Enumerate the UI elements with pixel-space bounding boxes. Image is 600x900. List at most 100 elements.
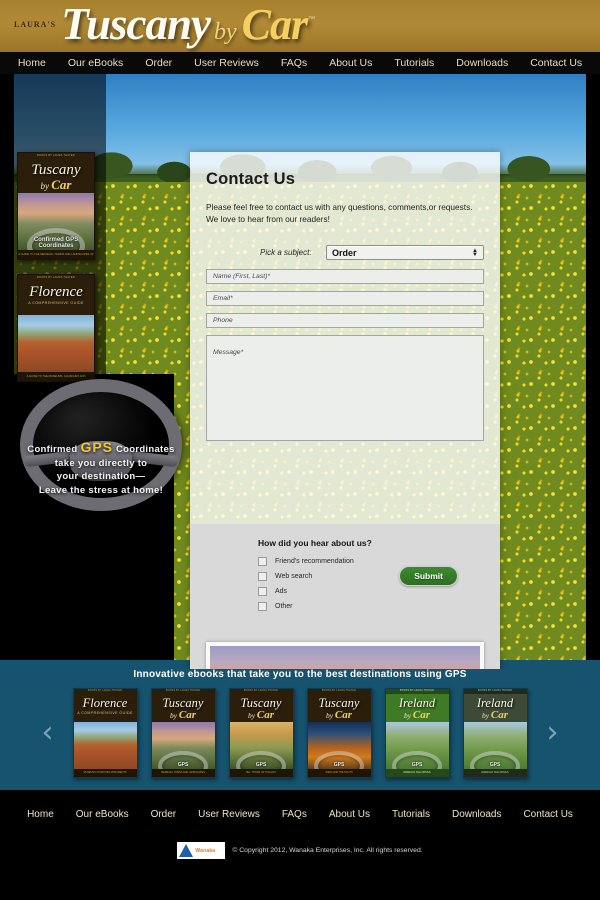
footer-item-downloads[interactable]: Downloads [441,809,512,820]
footer-item-home[interactable]: Home [16,809,65,820]
book-gps-caption: GPS [177,762,189,768]
book-byline: by Car [230,709,293,721]
carousel-book-tuscany-3[interactable]: BOOKS BY LAURA THAYER Tuscany by Car GPS… [306,688,372,778]
chevron-left-icon[interactable]: ‹ [36,718,60,748]
carousel-book-tuscany-1[interactable]: BOOKS BY LAURA THAYER Tuscany by Car GPS… [150,688,216,778]
checkbox-icon[interactable] [258,602,267,611]
checkbox-row-friends-recommendation[interactable]: Friend's recommendation [258,557,484,566]
subject-label: Pick a subject: [260,248,312,257]
book-by-word: by [169,710,178,720]
chevron-updown-icon: ▲ ▼ [472,247,478,258]
checkbox-label: Friend's recommendation [275,558,354,565]
nav-item-about-us[interactable]: About Us [318,57,383,69]
book-title: Florence [82,696,128,710]
nav-item-contact-us[interactable]: Contact Us [519,57,593,69]
nav-item-home[interactable]: Home [7,57,57,69]
book-car-word: Car [178,708,197,721]
footer-item-tutorials[interactable]: Tutorials [381,809,441,820]
book-subtitle: A COMPREHENSIVE GUIDE [77,710,133,715]
gps-line1-pre: Confirmed [27,444,78,455]
book-byline: by Car [386,709,449,721]
main-navigation: Home Our eBooks Order User Reviews FAQs … [0,52,600,74]
carousel-book-ireland-2[interactable]: BOOKS BY LAURA THAYER Ireland by Car GPS… [462,688,528,778]
logo-word-car: Car [241,0,308,49]
site-header: LAURA'S Tuscany by Car ™ [0,0,600,52]
checkbox-row-other[interactable]: Other [258,602,484,611]
gps-line1-post: Coordinates [115,444,175,455]
nav-item-our-ebooks[interactable]: Our eBooks [57,57,134,69]
site-logo[interactable]: LAURA'S Tuscany by Car ™ [14,2,315,47]
footer-item-contact-us[interactable]: Contact Us [512,809,583,820]
book-gps-caption: Confirmed GPS Coordinates [33,237,79,249]
checkbox-row-ads[interactable]: Ads [258,587,484,596]
sidebar-book-florence[interactable]: BOOKS BY LAURA THAYER Florence A COMPREH… [17,274,95,382]
book-by-word: by [481,710,490,720]
carousel-book-ireland-1[interactable]: BOOKS BY LAURA THAYER Ireland by Car GPS… [384,688,450,778]
sidebar-book-tuscany-by-car[interactable]: BOOKS BY LAURA THAYER Tuscany by Car Con… [17,152,95,260]
checkbox-icon[interactable] [258,557,267,566]
nav-item-tutorials[interactable]: Tutorials [383,57,445,69]
nav-item-user-reviews[interactable]: User Reviews [183,57,270,69]
chevron-right-icon[interactable]: › [541,718,565,748]
book-by-word: by [403,710,412,720]
submit-button[interactable]: Submit [399,566,458,586]
nav-item-faqs[interactable]: FAQs [270,57,318,69]
checkbox-icon[interactable] [258,587,267,596]
gps-promo-line-1: Confirmed GPS Coordinates [8,440,194,457]
footer-item-order[interactable]: Order [140,809,188,820]
phone-field[interactable]: Phone [206,313,484,328]
book-byline: by Car [18,178,94,191]
book-photo [73,722,137,769]
intro-line-1: Please feel free to contact us with any … [206,202,473,212]
logo-word-tuscany: Tuscany [61,0,211,49]
book-carousel: Innovative ebooks that take you to the b… [0,660,600,790]
footer-item-user-reviews[interactable]: User Reviews [187,809,271,820]
book-bottom-bar: SIENA AND THE SOUTH [307,769,371,777]
intro-line-2: We love to hear from our readers! [206,213,330,224]
gps-promo-text: Confirmed GPS Coordinates take you direc… [8,440,194,497]
carousel-track: ‹ BOOKS BY LAURA THAYER Florence A COMPR… [0,688,600,778]
email-field[interactable]: Email* [206,291,484,306]
gps-promo: Confirmed GPS Coordinates take you direc… [8,379,194,511]
gps-promo-line-3: your destination— [56,471,146,482]
name-field[interactable]: Name (First, Last)* [206,269,484,284]
book-bottom-bar: MEDIEVAL TOWNS AND LANDSCAPES [151,769,215,777]
name-field-placeholder: Name (First, Last)* [213,273,271,280]
checkbox-icon[interactable] [258,572,267,581]
book-photo [18,315,94,372]
book-subtitle: A COMPREHENSIVE GUIDE [28,301,84,305]
footer-item-faqs[interactable]: FAQs [271,809,318,820]
book-byline: by Car [464,708,527,721]
book-title: Ireland [476,696,514,710]
phone-field-placeholder: Phone [213,317,233,324]
book-gps-caption: GPS [411,762,423,768]
email-field-placeholder: Email* [213,295,233,302]
carousel-book-tuscany-2[interactable]: BOOKS BY LAURA THAYER Tuscany by Car GPS… [228,688,294,778]
book-title: Florence [29,284,83,300]
book-car-word: Car [490,708,509,721]
gps-promo-line-4: Leave the stress at home! [38,484,164,496]
nav-item-order[interactable]: Order [134,57,183,69]
message-field-placeholder: Message* [213,349,244,356]
book-gps-caption: GPS [255,762,267,768]
page-title: Contact Us [206,170,296,188]
intro-text: Please feel free to contact us with any … [206,202,484,225]
book-bottom-bar: EMERALD ISLE DRIVES [385,769,449,777]
footer-item-about-us[interactable]: About Us [318,809,381,820]
footer-item-our-ebooks[interactable]: Our eBooks [65,809,140,820]
survey-question: How did you hear about us? [258,538,372,548]
nav-item-downloads[interactable]: Downloads [445,57,519,69]
carousel-book-florence[interactable]: BOOKS BY LAURA THAYER Florence A COMPREH… [72,688,138,778]
book-title: Tuscany [240,696,282,710]
copyright-text: © Copyright 2012, Wanaka Enterprises, In… [232,847,423,854]
footer-navigation: Home Our eBooks Order User Reviews FAQs … [0,790,600,820]
book-bottom-bar: A GUIDE TO THE MEDIEVAL TOWNS AND LANDSC… [18,250,94,259]
wanaka-logo[interactable]: Wanaka [177,842,226,859]
subject-select[interactable]: Order ▲ ▼ [326,245,484,260]
book-car-word: Car [334,708,353,721]
book-bottom-bar: HILL TOWNS OF TUSCANY [229,769,293,777]
book-title: Tuscany [318,696,360,710]
logo-trademark: ™ [308,16,316,23]
footer-legal: Wanaka © Copyright 2012, Wanaka Enterpri… [0,842,600,859]
message-field[interactable]: Message* [206,335,484,441]
